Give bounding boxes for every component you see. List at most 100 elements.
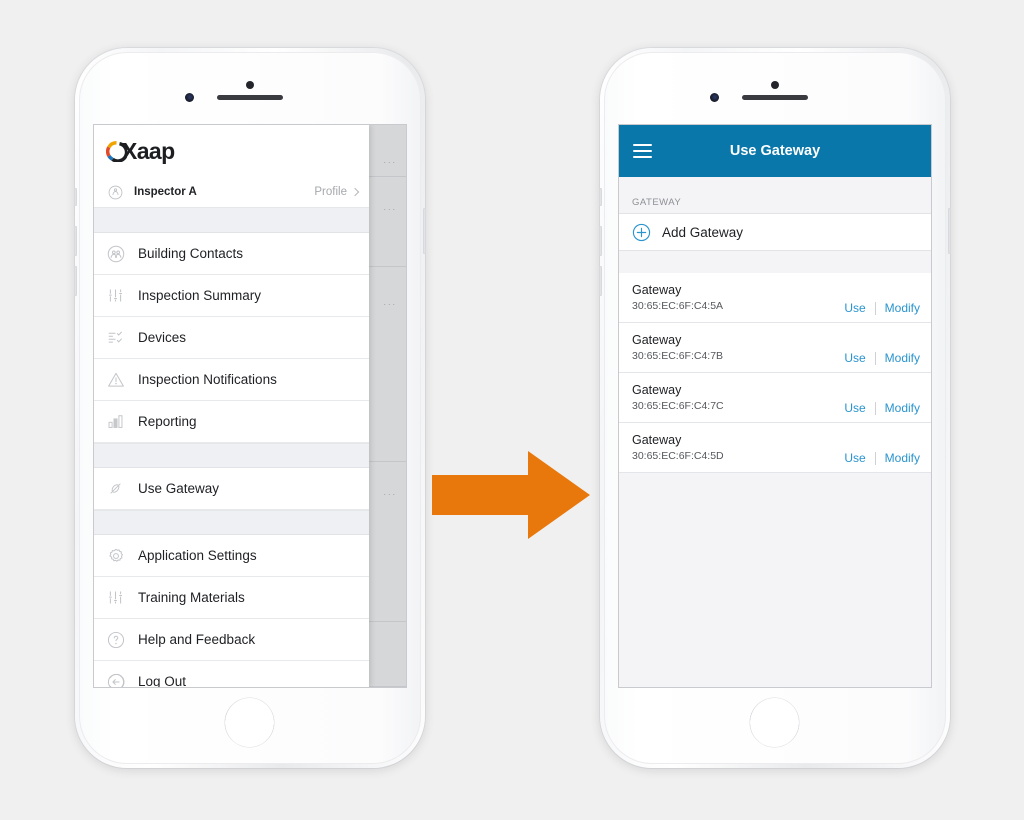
- modify-button[interactable]: Modify: [885, 301, 920, 315]
- chevron-right-icon: [350, 187, 360, 197]
- use-gateway-screen: Use Gateway GATEWAY Add Gateway Gateway …: [619, 125, 931, 687]
- logout-arrow-icon: [106, 672, 125, 687]
- sidebar-item-inspection-notifications[interactable]: Inspection Notifications: [94, 359, 369, 401]
- use-button[interactable]: Use: [844, 401, 865, 415]
- action-divider: [874, 451, 876, 465]
- sidebar-item-label: Reporting: [138, 414, 197, 429]
- sidebar-item-label: Application Settings: [138, 548, 257, 563]
- volume-up-button-left[interactable]: [74, 226, 77, 256]
- drawer-section-gap: [94, 510, 369, 535]
- plus-circle-icon: [632, 223, 651, 242]
- front-camera-icon: [710, 93, 719, 102]
- gateway-title: Gateway: [632, 332, 682, 347]
- sidebar-item-log-out[interactable]: Log Out: [94, 661, 369, 687]
- action-divider: [874, 401, 876, 415]
- volume-down-button-left[interactable]: [74, 266, 77, 296]
- front-camera-icon: [185, 93, 194, 102]
- table-row[interactable]: Gateway 30:65:EC:6F:C4:7B Use Modify: [619, 323, 931, 373]
- sidebar-item-label: Training Materials: [138, 590, 245, 605]
- phone-device-left: ... ... ... ... Xaap Inspector A Profile…: [74, 48, 426, 768]
- volume-up-button-right[interactable]: [599, 226, 602, 256]
- drawer-section-gap: [94, 208, 369, 233]
- gateway-info: Gateway 30:65:EC:6F:C4:5A: [632, 282, 844, 314]
- profile-name: Inspector A: [134, 186, 197, 198]
- sidebar-item-label: Inspection Notifications: [138, 372, 277, 387]
- table-row[interactable]: Gateway 30:65:EC:6F:C4:7C Use Modify: [619, 373, 931, 423]
- sidebar-item-label: Building Contacts: [138, 246, 244, 261]
- app-navbar: Use Gateway: [619, 125, 931, 177]
- sidebar-item-building-contacts[interactable]: Building Contacts: [94, 233, 369, 275]
- sidebar-item-help-and-feedback[interactable]: Help and Feedback: [94, 619, 369, 661]
- sidebar-item-label: Devices: [138, 330, 187, 345]
- use-button[interactable]: Use: [844, 301, 865, 315]
- sidebar-item-label: Inspection Summary: [138, 288, 262, 303]
- hamburger-icon[interactable]: [633, 144, 652, 158]
- row-actions: Use Modify: [844, 351, 920, 372]
- checklist-icon: [106, 328, 125, 347]
- mute-switch-right[interactable]: [599, 188, 602, 206]
- home-button-right[interactable]: [750, 698, 799, 747]
- contacts-icon: [106, 244, 125, 263]
- app-logo-text: Xaap: [122, 137, 175, 164]
- question-circle-icon: [106, 630, 125, 649]
- person-icon: [106, 183, 125, 202]
- sidebar-item-label: Log Out: [138, 674, 187, 687]
- action-divider: [874, 351, 876, 365]
- phone-device-right: Use Gateway GATEWAY Add Gateway Gateway …: [599, 48, 951, 768]
- c-ring-icon: [106, 140, 127, 162]
- profile-link[interactable]: Profile: [314, 186, 360, 198]
- row-actions: Use Modify: [844, 301, 920, 322]
- app-logo: Xaap: [106, 138, 175, 165]
- mute-switch-left[interactable]: [74, 188, 77, 206]
- app-screen-right: Use Gateway GATEWAY Add Gateway Gateway …: [619, 125, 931, 687]
- profile-identity: Inspector A: [106, 183, 314, 202]
- use-button[interactable]: Use: [844, 351, 865, 365]
- sliders-icon: [106, 286, 125, 305]
- profile-link-label: Profile: [314, 186, 347, 198]
- app-logo-row: Xaap: [94, 125, 369, 177]
- modify-button[interactable]: Modify: [885, 401, 920, 415]
- gateway-title: Gateway: [632, 282, 682, 297]
- navigation-drawer: Xaap Inspector A Profile Building Contac…: [94, 125, 369, 687]
- modify-button[interactable]: Modify: [885, 451, 920, 465]
- table-row[interactable]: Gateway 30:65:EC:6F:C4:5D Use Modify: [619, 423, 931, 473]
- gateway-mac: 30:65:EC:6F:C4:7B: [632, 349, 724, 362]
- gear-icon: [106, 546, 125, 565]
- gateway-mac: 30:65:EC:6F:C4:5A: [632, 299, 724, 312]
- sidebar-item-use-gateway[interactable]: Use Gateway: [94, 468, 369, 510]
- volume-down-button-right[interactable]: [599, 266, 602, 296]
- sidebar-item-application-settings[interactable]: Application Settings: [94, 535, 369, 577]
- row-actions: Use Modify: [844, 451, 920, 472]
- profile-row[interactable]: Inspector A Profile: [94, 177, 369, 208]
- sidebar-item-devices[interactable]: Devices: [94, 317, 369, 359]
- screenshot-canvas: ... ... ... ... Xaap Inspector A Profile…: [0, 0, 1024, 820]
- empty-list-area: [619, 473, 931, 687]
- arrow-right-icon: [432, 449, 592, 541]
- sidebar-item-inspection-summary[interactable]: Inspection Summary: [94, 275, 369, 317]
- gateway-mac: 30:65:EC:6F:C4:5D: [632, 449, 724, 462]
- add-gateway-button[interactable]: Add Gateway: [619, 213, 931, 251]
- proximity-sensor-icon: [771, 81, 779, 89]
- gateway-info: Gateway 30:65:EC:6F:C4:7C: [632, 382, 844, 414]
- list-spacer: [619, 251, 931, 273]
- proximity-sensor-icon: [246, 81, 254, 89]
- gateway-info: Gateway 30:65:EC:6F:C4:7B: [632, 332, 844, 364]
- sidebar-item-reporting[interactable]: Reporting: [94, 401, 369, 443]
- gateway-icon: [106, 479, 125, 498]
- power-button-left[interactable]: [423, 208, 426, 254]
- sidebar-item-training-materials[interactable]: Training Materials: [94, 577, 369, 619]
- home-button-left[interactable]: [225, 698, 274, 747]
- table-row[interactable]: Gateway 30:65:EC:6F:C4:5A Use Modify: [619, 273, 931, 323]
- sliders-icon: [106, 588, 125, 607]
- app-screen-left: ... ... ... ... Xaap Inspector A Profile…: [94, 125, 406, 687]
- gateway-mac: 30:65:EC:6F:C4:7C: [632, 399, 724, 412]
- bar-chart-icon: [106, 412, 125, 431]
- gateway-title: Gateway: [632, 432, 682, 447]
- section-header-gateway: GATEWAY: [619, 177, 931, 213]
- modify-button[interactable]: Modify: [885, 351, 920, 365]
- use-button[interactable]: Use: [844, 451, 865, 465]
- power-button-right[interactable]: [948, 208, 951, 254]
- warning-triangle-icon: [106, 370, 125, 389]
- earpiece-speaker: [742, 95, 808, 100]
- add-gateway-label: Add Gateway: [662, 224, 744, 240]
